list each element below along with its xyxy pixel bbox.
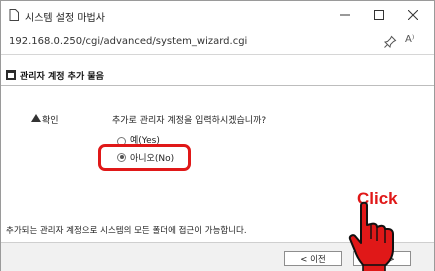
page-icon bbox=[9, 9, 19, 21]
previous-button[interactable]: < 이전 bbox=[284, 251, 342, 266]
question-text: 추가로 관리자 계정을 입력하시겠습니까? bbox=[112, 116, 267, 126]
minimize-icon bbox=[340, 14, 350, 16]
section-header-icon bbox=[6, 70, 16, 80]
warning-triangle-icon bbox=[31, 114, 41, 122]
section-header: 관리자 계정 추가 물음 bbox=[1, 64, 434, 86]
window-title: 시스템 설정 마법사 bbox=[25, 13, 105, 24]
footer-note: 추가되는 관리자 계정으로 시스템의 모든 폴더에 접근이 가능합니다. bbox=[6, 226, 247, 236]
minimize-button[interactable] bbox=[331, 5, 359, 25]
url-text[interactable]: 192.168.0.250/cgi/advanced/system_wizard… bbox=[9, 36, 247, 47]
read-aloud-icon[interactable]: A⁾ bbox=[405, 34, 414, 45]
highlight-box bbox=[98, 144, 191, 171]
pointing-hand-icon bbox=[348, 201, 394, 271]
confirm-label: 확인 bbox=[42, 116, 59, 126]
browser-window: 시스템 설정 마법사 192.168.0.250/cgi/advanced/sy… bbox=[0, 0, 435, 271]
close-button[interactable] bbox=[399, 5, 427, 25]
maximize-button[interactable] bbox=[365, 5, 393, 25]
address-bar[interactable]: 192.168.0.250/cgi/advanced/system_wizard… bbox=[1, 29, 434, 55]
page-title: 관리자 계정 추가 물음 bbox=[20, 72, 104, 82]
title-bar: 시스템 설정 마법사 bbox=[1, 1, 434, 29]
maximize-icon bbox=[374, 10, 384, 20]
wizard-content: 관리자 계정 추가 물음 확인 추가로 관리자 계정을 입력하시겠습니까? 예(… bbox=[1, 56, 434, 271]
pin-icon[interactable] bbox=[383, 35, 397, 49]
close-icon bbox=[408, 10, 418, 20]
